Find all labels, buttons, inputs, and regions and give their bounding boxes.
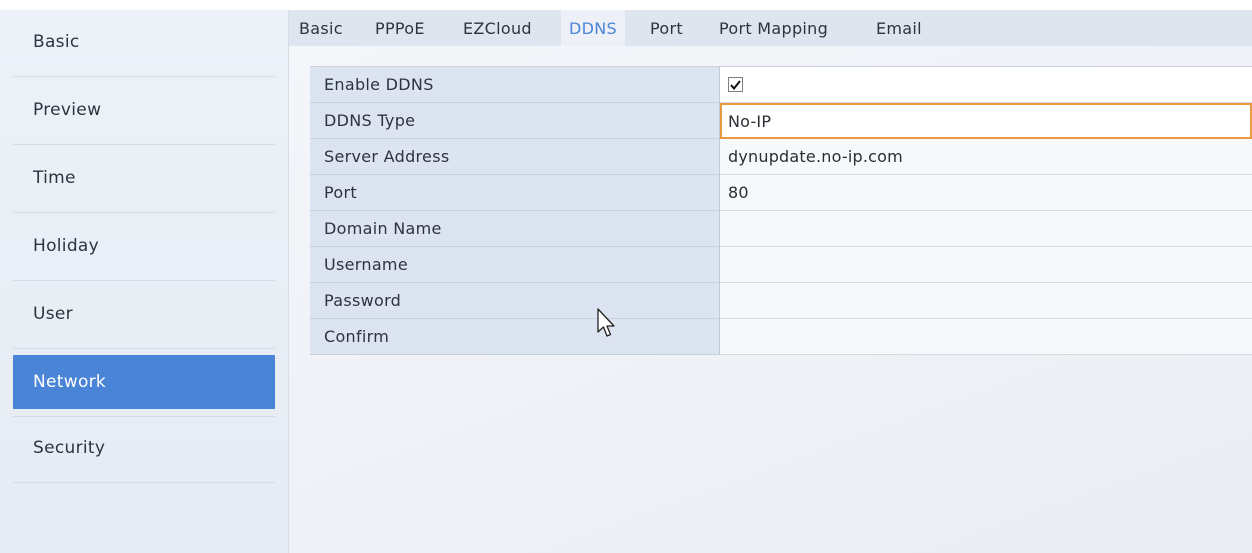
ddns-type-label: DDNS Type <box>310 103 720 139</box>
tab-port[interactable]: Port <box>650 10 683 46</box>
port-label: Port <box>310 175 720 211</box>
form-row-server-address: Server Address dynupdate.no-ip.com <box>310 139 1252 175</box>
tab-label: Port <box>650 18 683 38</box>
tab-label: DDNS <box>569 18 617 38</box>
sidebar-item-label: Basic <box>33 32 80 52</box>
server-address-label: Server Address <box>310 139 720 175</box>
tab-pppoe[interactable]: PPPoE <box>375 10 425 46</box>
sidebar-item-security[interactable]: Security <box>13 421 275 475</box>
sidebar-divider <box>13 280 275 281</box>
sidebar-item-label: Security <box>33 438 106 458</box>
username-label: Username <box>310 247 720 283</box>
port-field[interactable]: 80 <box>720 175 1252 211</box>
sidebar-divider <box>13 482 275 483</box>
enable-ddns-cell <box>720 67 1252 103</box>
tab-ezcloud[interactable]: EZCloud <box>463 10 532 46</box>
check-icon <box>730 79 741 90</box>
ddns-settings-form: Enable DDNS DDNS Type No-IP Server Addre… <box>310 66 1252 355</box>
enable-ddns-checkbox[interactable] <box>728 77 743 92</box>
mouse-pointer-icon <box>597 308 615 337</box>
sidebar-item-label: User <box>33 304 73 324</box>
form-row-ddns-type: DDNS Type No-IP <box>310 103 1252 139</box>
sidebar-item-user[interactable]: User <box>13 287 275 341</box>
enable-ddns-label: Enable DDNS <box>310 67 720 103</box>
sidebar-item-basic[interactable]: Basic <box>13 15 275 69</box>
sidebar-item-label: Holiday <box>33 236 99 256</box>
confirm-label: Confirm <box>310 319 720 355</box>
form-row-password: Password <box>310 283 1252 319</box>
form-row-domain-name: Domain Name <box>310 211 1252 247</box>
tab-bar: Basic PPPoE EZCloud DDNS Port Port Mappi… <box>289 10 1252 46</box>
confirm-password-field[interactable] <box>720 319 1252 355</box>
password-field[interactable] <box>720 283 1252 319</box>
tab-ddns[interactable]: DDNS <box>561 10 625 46</box>
sidebar-divider <box>13 416 275 417</box>
tab-email[interactable]: Email <box>876 10 922 46</box>
sidebar-divider <box>13 76 275 77</box>
tab-label: PPPoE <box>375 18 425 38</box>
sidebar-item-network[interactable]: Network <box>13 355 275 409</box>
sidebar-item-preview[interactable]: Preview <box>13 83 275 137</box>
sidebar-item-holiday[interactable]: Holiday <box>13 219 275 273</box>
tab-port-mapping[interactable]: Port Mapping <box>719 10 828 46</box>
domain-name-field[interactable] <box>720 211 1252 247</box>
tab-label: Email <box>876 18 922 38</box>
tab-label: EZCloud <box>463 18 532 38</box>
domain-name-label: Domain Name <box>310 211 720 247</box>
main-content: Basic PPPoE EZCloud DDNS Port Port Mappi… <box>289 10 1252 553</box>
username-field[interactable] <box>720 247 1252 283</box>
tab-label: Port Mapping <box>719 18 829 38</box>
sidebar-divider <box>13 144 275 145</box>
ddns-type-select[interactable]: No-IP <box>720 103 1252 139</box>
form-row-enable-ddns: Enable DDNS <box>310 67 1252 103</box>
sidebar-item-label: Network <box>33 372 107 392</box>
sidebar-divider <box>13 212 275 213</box>
form-row-username: Username <box>310 247 1252 283</box>
password-label: Password <box>310 283 720 319</box>
sidebar-item-time[interactable]: Time <box>13 151 275 205</box>
sidebar-item-label: Preview <box>33 100 102 120</box>
tab-label: Basic <box>299 18 343 38</box>
top-frame <box>0 0 1252 10</box>
tab-basic[interactable]: Basic <box>299 10 343 46</box>
sidebar-item-label: Time <box>33 168 76 188</box>
sidebar-divider <box>13 348 275 349</box>
server-address-field[interactable]: dynupdate.no-ip.com <box>720 139 1252 175</box>
form-row-confirm: Confirm <box>310 319 1252 355</box>
form-row-port: Port 80 <box>310 175 1252 211</box>
settings-sidebar: Basic Preview Time Holiday User Network … <box>0 10 289 553</box>
